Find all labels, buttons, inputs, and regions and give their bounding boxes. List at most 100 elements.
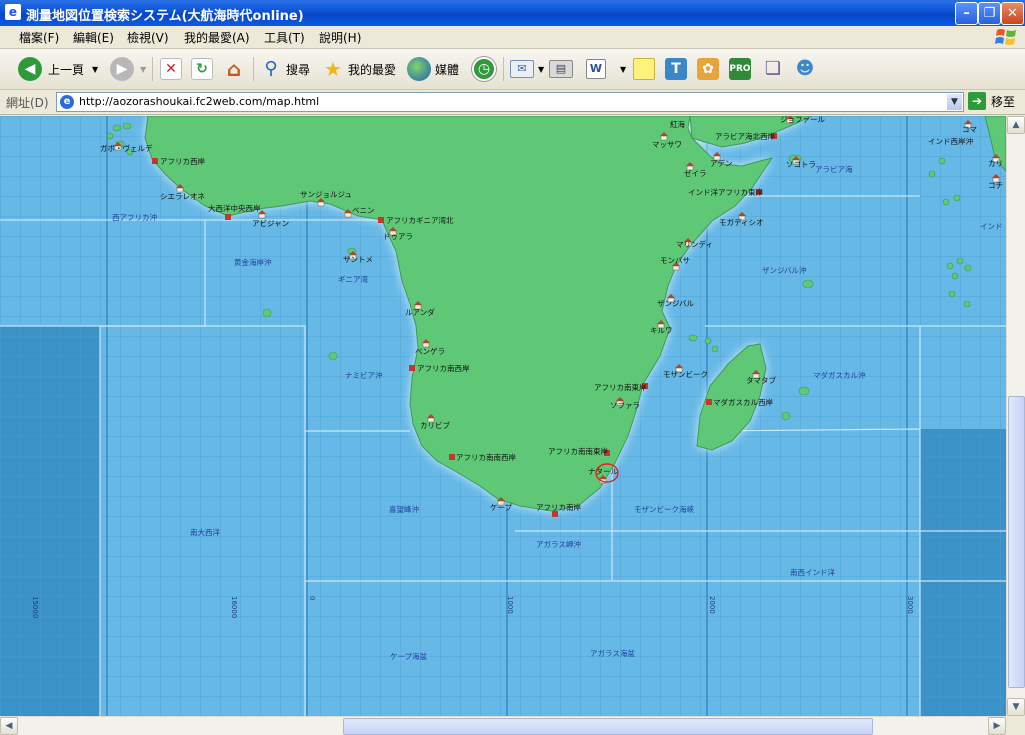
text-tool-button[interactable]: T [665, 55, 687, 83]
port-label-27: インド洋アフリカ東岸 [688, 187, 763, 197]
print-button[interactable]: ▤ [549, 55, 573, 83]
history-clock-icon: ◷ [472, 57, 496, 81]
menu-view[interactable]: 檢視(V) [127, 29, 169, 46]
search-button[interactable]: ⚲ 搜尋 [259, 55, 310, 83]
port-marker-3[interactable] [225, 214, 231, 220]
address-bar: 網址(D) e ▼ ➔ 移至 [0, 90, 1025, 115]
research-button[interactable]: ❏ [761, 55, 785, 83]
port-marker-7[interactable] [378, 217, 384, 223]
menu-help[interactable]: 說明(H) [319, 29, 361, 46]
toolbar: ◀ 上一頁 ▼ ▶ ▼ ✕ ↻ ⌂ ⚲ 搜尋 ★ 我的最愛 媒體 ◷ ✉ ▼ ▤… [0, 49, 1025, 90]
port-14[interactable]: アフリカ南南西岸 [449, 452, 516, 462]
back-button[interactable]: ◀ 上一頁 ▼ [18, 55, 98, 83]
nautical-map[interactable]: ガボ・ヴェルデアフリカ西岸シエラレオネ大西洋中央西岸アビジャン サンジョルジュベニ… [0, 116, 1006, 716]
forward-dropdown-icon[interactable]: ▼ [140, 65, 146, 74]
notes-button[interactable] [633, 55, 655, 83]
media-label: 媒體 [435, 62, 460, 77]
forward-button[interactable]: ▶ ▼ [110, 55, 146, 83]
title-bar[interactable]: e 測量地図位置検索システム(大航海時代online) – ❐ ✕ [0, 0, 1025, 26]
port-25[interactable]: マリンディ [676, 238, 713, 249]
port-label-17: アフリカ南南東岸 [548, 446, 608, 456]
back-dropdown-icon[interactable]: ▼ [92, 65, 98, 74]
port-label-34: ソコトラ [786, 160, 816, 169]
port-label-7: アフリカギニア湾北 [386, 215, 454, 225]
port-36[interactable]: マダガスカル西岸 [706, 397, 773, 407]
scroll-up-button[interactable]: ▲ [1007, 116, 1025, 134]
horizontal-scroll-thumb[interactable] [343, 718, 873, 735]
port-label-24: モンバサ [660, 256, 690, 265]
menu-file[interactable]: 檔案(F) [19, 29, 59, 46]
address-input[interactable] [79, 94, 939, 109]
scroll-right-button[interactable]: ▶ [988, 717, 1006, 735]
scroll-left-button[interactable]: ◀ [0, 717, 18, 735]
vertical-scroll-thumb[interactable] [1008, 396, 1025, 688]
messenger-people-icon: ☻ [795, 58, 815, 79]
port-27[interactable]: インド洋アフリカ東岸 [688, 187, 763, 197]
media-button[interactable]: 媒體 [407, 55, 459, 83]
port-label-29: ゼイラ [684, 168, 707, 178]
port-0[interactable]: ガボ・ヴェルデ [100, 142, 153, 153]
stop-button[interactable]: ✕ [160, 55, 182, 83]
edit-button[interactable]: W ▼ [586, 55, 626, 83]
port-marker-14[interactable] [449, 454, 455, 460]
menu-tools[interactable]: 工具(T) [264, 29, 305, 46]
sea-area-label-2: ギニア湾 [338, 274, 368, 284]
port-label-21: モザンビーク [663, 370, 708, 379]
port-label-38: コマ [962, 125, 977, 134]
port-20[interactable]: アフリカ南東岸 [594, 382, 648, 392]
menu-favorites[interactable]: 我的最愛(A) [184, 29, 250, 46]
restore-button[interactable]: ❐ [978, 2, 1001, 25]
minimize-button[interactable]: – [955, 2, 978, 25]
address-dropdown-icon[interactable]: ▼ [947, 94, 962, 110]
grid-label-0: 15000 [31, 596, 39, 618]
vertical-scrollbar[interactable]: ▲ ▼ [1006, 116, 1025, 716]
go-button[interactable]: ➔ 移至 [968, 92, 1015, 110]
favorites-button[interactable]: ★ 我的最愛 [321, 55, 396, 83]
horizontal-scrollbar[interactable]: ◀ ▶ [0, 716, 1006, 735]
port-label-1: アフリカ西岸 [160, 157, 205, 166]
menu-edit[interactable]: 編輯(E) [73, 29, 114, 46]
word-edit-icon: W [586, 59, 606, 79]
refresh-button[interactable]: ↻ [191, 55, 213, 83]
port-17[interactable]: アフリカ南南東岸 [548, 446, 610, 456]
window-title: 測量地図位置検索システム(大航海時代online) [26, 9, 304, 24]
grid-label-1: 16000 [230, 596, 238, 618]
port-32[interactable]: アラビア海北西岸 [715, 131, 777, 141]
ie-page-icon: e [5, 4, 21, 20]
windows-logo-icon [995, 29, 1016, 45]
scroll-down-button[interactable]: ▼ [1007, 698, 1025, 716]
sea-area-label-0: 西アフリカ沖 [112, 212, 157, 222]
page-icon: e [60, 95, 74, 109]
port-label-20: アフリカ南東岸 [594, 382, 647, 392]
home-button[interactable]: ⌂ [222, 55, 246, 83]
port-label-22: キルワ [650, 326, 673, 335]
port-37[interactable]: インド西岸沖 [928, 136, 973, 146]
sea-area-label-9: マダガスカル沖 [813, 370, 866, 380]
port-7[interactable]: アフリカギニア湾北 [378, 215, 454, 225]
close-button[interactable]: ✕ [1001, 2, 1024, 25]
messenger-button[interactable]: ☻ [793, 55, 817, 83]
back-arrow-icon: ◀ [18, 57, 42, 81]
port-31[interactable]: 紅海 [670, 119, 685, 129]
map-viewport[interactable]: ガボ・ヴェルデ アフリカ西岸 シエラレオネ 大西洋中央西岸 アビジャン サンジョルジュ ベニ… [0, 116, 1006, 716]
pro-tool-button[interactable]: PRO [729, 55, 751, 83]
port-marker-1[interactable] [152, 158, 158, 164]
port-label-9: サントメ [343, 255, 373, 264]
port-marker-36[interactable] [706, 399, 712, 405]
port-label-14: アフリカ南南西岸 [456, 452, 516, 462]
sea-area-label-14: アガラス海盆 [590, 648, 635, 658]
mail-dropdown-icon[interactable]: ▼ [538, 65, 544, 74]
menu-bar: 檔案(F) 編輯(E) 檢視(V) 我的最愛(A) 工具(T) 說明(H) [0, 26, 1025, 49]
edit-dropdown-icon[interactable]: ▼ [620, 65, 626, 74]
port-marker-12[interactable] [409, 365, 415, 371]
mail-button[interactable]: ✉ ▼ [510, 55, 544, 83]
history-button[interactable]: ◷ [472, 55, 496, 83]
grid-label-4: 2000 [708, 596, 716, 614]
text-t-icon: T [665, 58, 687, 80]
port-12[interactable]: アフリカ南西岸 [409, 363, 470, 373]
port-1[interactable]: アフリカ西岸 [152, 157, 205, 166]
port-label-40: コチ [988, 181, 1003, 190]
port-33[interactable]: ジョファール [780, 116, 825, 124]
grid-label-2: 0 [308, 596, 316, 600]
plugin-button[interactable]: ✿ [697, 55, 719, 83]
